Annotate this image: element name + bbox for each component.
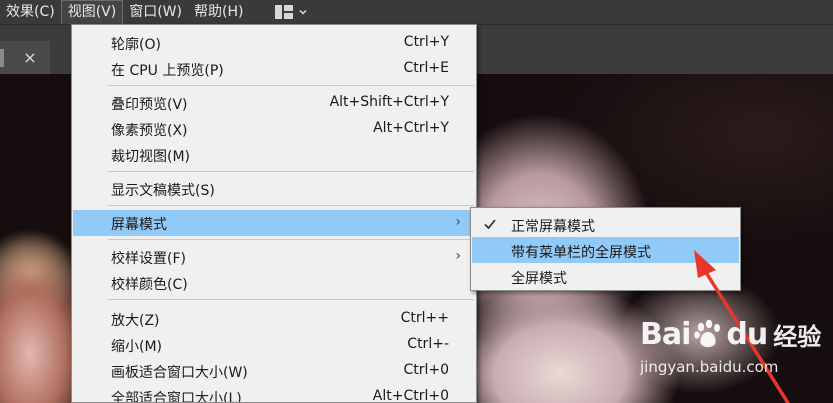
menu-item-shortcut: Alt+Shift+Ctrl+Y (329, 94, 449, 110)
menu-item-shortcut: Ctrl+Y (403, 34, 449, 50)
menu-item-label: 全部适合窗口大小(L) (111, 391, 242, 403)
menu-item-proof-colors[interactable]: 校样颜色(C) (73, 270, 475, 296)
view-menu-dropdown: 轮廓(O) Ctrl+Y 在 CPU 上预览(P) Ctrl+E 叠印预览(V)… (71, 24, 477, 403)
menu-item-overprint-preview[interactable]: 叠印预览(V) Alt+Shift+Ctrl+Y (73, 90, 475, 116)
menu-bar: 效果(C) 视图(V) 窗口(W) 帮助(H) (0, 0, 833, 24)
menu-separator (108, 171, 474, 172)
menu-window[interactable]: 窗口(W) (123, 0, 188, 24)
baidu-paw-icon (694, 319, 721, 347)
watermark-brand-left: Bai (640, 316, 691, 352)
menu-separator (108, 299, 474, 300)
watermark-url: jingyan.baidu.com (640, 358, 779, 376)
submenu-item-label: 正常屏幕模式 (511, 219, 595, 235)
menu-item-trim-view[interactable]: 裁切视图(M) (73, 142, 475, 168)
menu-item-label: 校样颜色(C) (111, 277, 188, 293)
menu-item-label: 画板适合窗口大小(W) (111, 365, 248, 381)
menu-item-pixel-preview[interactable]: 像素预览(X) Alt+Ctrl+Y (73, 116, 475, 142)
menu-item-screen-mode[interactable]: 屏幕模式 › (73, 210, 475, 236)
watermark-brand-right: du (726, 316, 768, 352)
menu-item-label: 轮廓(O) (111, 37, 161, 53)
menu-separator (108, 205, 474, 206)
menu-help[interactable]: 帮助(H) (188, 0, 249, 24)
menu-item-label: 显示文稿模式(S) (111, 183, 215, 199)
menu-item-shortcut: Alt+Ctrl+Y (373, 120, 449, 136)
submenu-arrow-icon: › (455, 248, 461, 264)
checkmark-icon (484, 219, 496, 230)
menu-item-label: 裁切视图(M) (111, 149, 191, 165)
menu-item-label: 屏幕模式 (111, 217, 167, 233)
watermark-brand: Bai du 经验 (640, 312, 821, 356)
menu-item-outline[interactable]: 轮廓(O) Ctrl+Y (73, 30, 475, 56)
menu-item-shortcut: Ctrl+0 (403, 362, 449, 378)
menu-item-fit-artboard[interactable]: 画板适合窗口大小(W) Ctrl+0 (73, 358, 475, 384)
menu-item-proof-setup[interactable]: 校样设置(F) › (73, 244, 475, 270)
menu-item-shortcut: Alt+Ctrl+0 (372, 388, 449, 403)
submenu-item-label: 带有菜单栏的全屏模式 (511, 245, 651, 261)
menu-item-shortcut: Ctrl+- (407, 336, 449, 352)
menu-item-shortcut: Ctrl++ (400, 310, 449, 326)
menu-item-fit-all[interactable]: 全部适合窗口大小(L) Alt+Ctrl+0 (73, 384, 475, 403)
watermark-brand-cn: 经验 (773, 322, 822, 351)
menu-item-label: 叠印预览(V) (111, 97, 188, 113)
menu-item-label: 像素预览(X) (111, 123, 188, 139)
menu-item-zoom-out[interactable]: 缩小(M) Ctrl+- (73, 332, 475, 358)
workspace-switcher[interactable] (275, 0, 307, 24)
menu-item-label: 校样设置(F) (111, 251, 186, 267)
submenu-item-label: 全屏模式 (511, 271, 567, 287)
menu-separator (108, 85, 474, 86)
menu-item-zoom-in[interactable]: 放大(Z) Ctrl++ (73, 306, 475, 332)
menu-item-presentation-mode[interactable]: 显示文稿模式(S) (73, 176, 475, 202)
menu-item-label: 放大(Z) (111, 313, 160, 329)
tab-edge (0, 49, 4, 67)
submenu-item-normal-screen[interactable]: 正常屏幕模式 (472, 211, 739, 237)
menu-item-cpu-preview[interactable]: 在 CPU 上预览(P) Ctrl+E (73, 56, 475, 82)
document-tab[interactable]: × (0, 41, 50, 75)
baidu-jingyan-watermark: Bai du 经验 jingyan.baidu.com (640, 312, 830, 382)
workspace-grid-icon (275, 5, 294, 19)
submenu-arrow-icon: › (455, 214, 461, 230)
menu-item-shortcut: Ctrl+E (403, 60, 450, 76)
menu-effect[interactable]: 效果(C) (0, 0, 61, 24)
menu-separator (108, 239, 474, 240)
menu-view[interactable]: 视图(V) (60, 0, 124, 24)
menu-item-label: 缩小(M) (111, 339, 163, 355)
close-icon[interactable]: × (23, 50, 36, 66)
chevron-down-icon (299, 9, 307, 15)
menu-item-label: 在 CPU 上预览(P) (111, 63, 224, 79)
